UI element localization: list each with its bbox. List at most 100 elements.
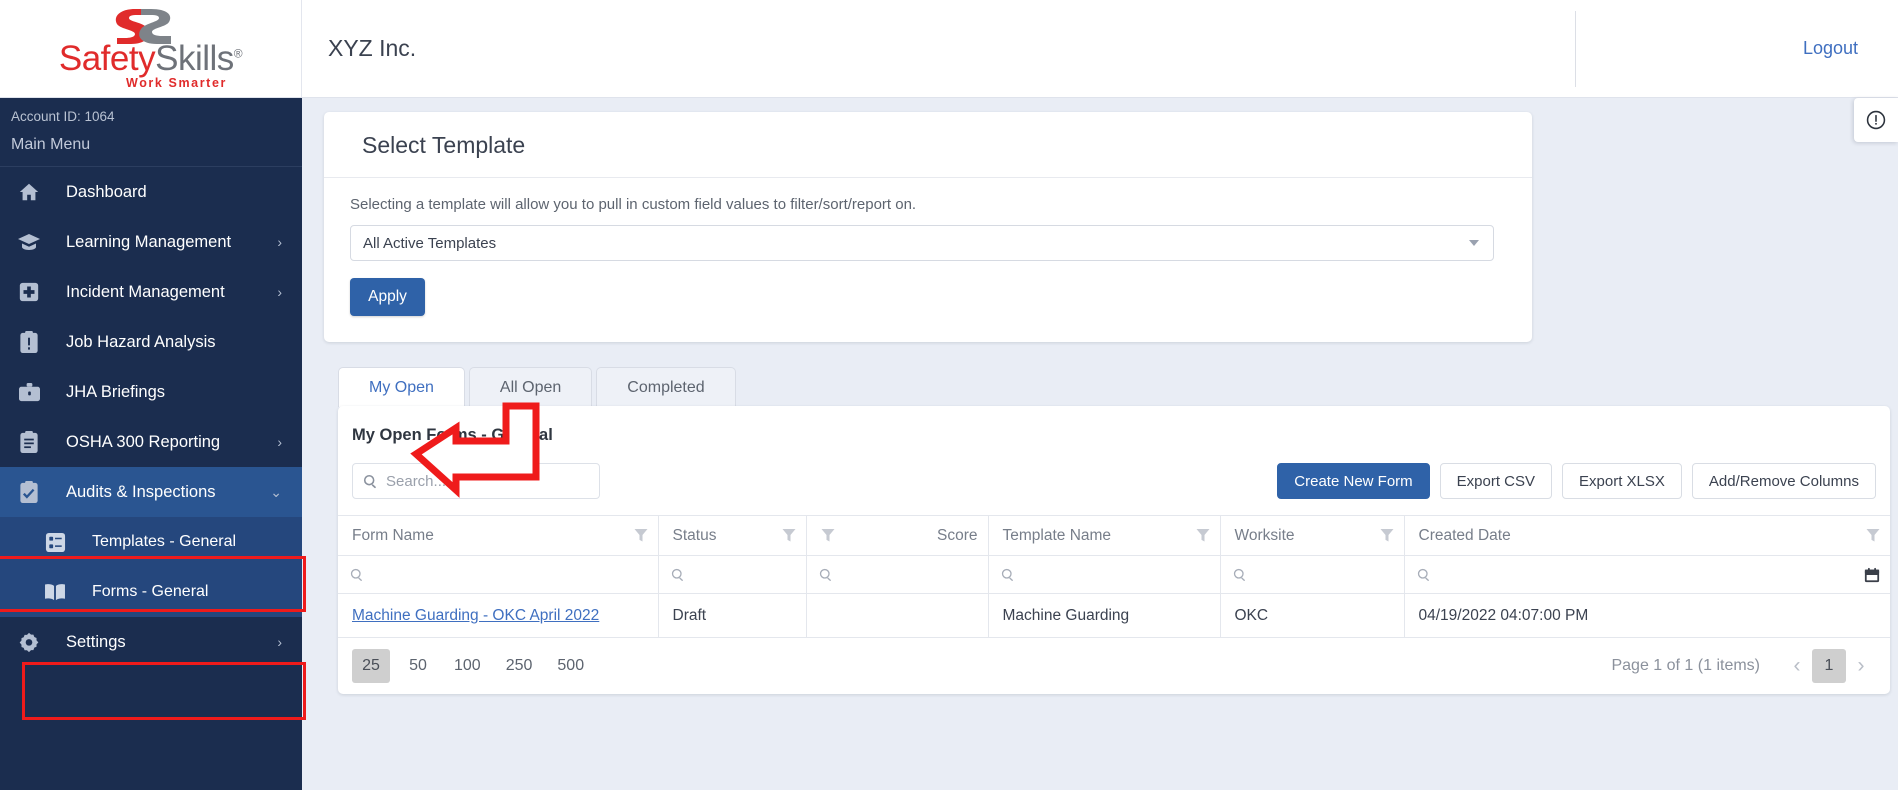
column-header-form-name[interactable]: Form Name xyxy=(338,515,659,556)
tab-all-open[interactable]: All Open xyxy=(468,367,593,407)
info-circle-icon xyxy=(1866,110,1886,130)
search-icon[interactable] xyxy=(819,568,833,582)
grid-title: My Open Forms - General xyxy=(352,426,553,444)
filter-icon[interactable] xyxy=(1196,528,1210,543)
sidebar-item-audits-inspections[interactable]: Audits & Inspections ⌄ xyxy=(0,467,302,517)
filter-cell-template-name[interactable] xyxy=(988,555,1221,594)
column-header-created-date[interactable]: Created Date xyxy=(1404,515,1890,556)
brand-tagline: Work Smarter xyxy=(126,76,227,91)
search-icon[interactable] xyxy=(671,568,685,582)
export-csv-button[interactable]: Export CSV xyxy=(1439,463,1553,499)
apply-button[interactable]: Apply xyxy=(350,278,425,316)
company-header: XYZ Inc. xyxy=(302,0,1575,98)
panel-description: Selecting a template will allow you to p… xyxy=(350,196,917,213)
filter-cell-worksite[interactable] xyxy=(1220,555,1405,594)
main-content: Select Template Selecting a template wil… xyxy=(302,98,1898,790)
sidebar-nav: Account ID: 1064 Main Menu Dashboard Lea… xyxy=(0,98,302,790)
book-icon xyxy=(40,577,70,607)
cell-worksite: OKC xyxy=(1220,593,1405,638)
sidebar-item-incident-management[interactable]: Incident Management › xyxy=(0,267,302,317)
search-input[interactable] xyxy=(386,472,589,490)
column-header-worksite[interactable]: Worksite xyxy=(1220,515,1405,556)
home-icon xyxy=(14,177,44,207)
chevron-right-icon: › xyxy=(277,634,282,650)
calendar-icon[interactable] xyxy=(1864,567,1880,583)
filter-cell-score[interactable] xyxy=(806,555,989,594)
tab-completed[interactable]: Completed xyxy=(596,367,736,407)
sidebar-item-label: Job Hazard Analysis xyxy=(66,332,216,351)
brand-logo[interactable]: SafetySkills® Work Smarter xyxy=(0,0,302,98)
page-size-100[interactable]: 100 xyxy=(446,649,489,683)
template-select[interactable]: All Active Templates xyxy=(350,225,1494,261)
sidebar-item-dashboard[interactable]: Dashboard xyxy=(0,167,302,217)
sidebar-item-learning-management[interactable]: Learning Management › xyxy=(0,217,302,267)
sidebar-item-jha-briefings[interactable]: JHA Briefings xyxy=(0,367,302,417)
briefcase-icon xyxy=(14,377,44,407)
main-menu-label: Main Menu xyxy=(0,124,302,167)
gear-icon xyxy=(14,627,44,657)
top-bar: SafetySkills® Work Smarter XYZ Inc. Logo… xyxy=(0,0,1898,98)
export-xlsx-button[interactable]: Export XLSX xyxy=(1562,463,1682,499)
filter-icon[interactable] xyxy=(782,528,796,543)
filter-icon[interactable] xyxy=(821,528,835,543)
search-icon[interactable] xyxy=(1417,568,1431,582)
tab-label: My Open xyxy=(369,378,434,396)
filter-cell-form-name[interactable] xyxy=(338,555,659,594)
column-label: Score xyxy=(937,526,978,544)
page-number-1[interactable]: 1 xyxy=(1812,649,1846,683)
forms-tabs: My Open All Open Completed xyxy=(338,367,1876,407)
sidebar-item-settings[interactable]: Settings › xyxy=(0,617,302,667)
sidebar-item-label: Dashboard xyxy=(66,182,147,201)
brand-word-skills: Skills xyxy=(155,39,234,79)
sidebar-item-forms-general[interactable]: Forms - General xyxy=(0,567,302,617)
page-size-500[interactable]: 500 xyxy=(549,649,592,683)
info-button[interactable] xyxy=(1854,98,1898,142)
page-size-250[interactable]: 250 xyxy=(498,649,541,683)
filter-icon[interactable] xyxy=(1866,528,1880,543)
table-filter-row xyxy=(338,555,1890,594)
first-aid-icon xyxy=(14,277,44,307)
application-root: SafetySkills® Work Smarter XYZ Inc. Logo… xyxy=(0,0,1898,790)
sidebar-item-job-hazard-analysis[interactable]: Job Hazard Analysis xyxy=(0,317,302,367)
column-label: Created Date xyxy=(1418,526,1511,544)
sidebar-item-templates-general[interactable]: Templates - General xyxy=(0,517,302,567)
column-label: Template Name xyxy=(1002,526,1112,544)
company-name: XYZ Inc. xyxy=(328,35,417,61)
add-remove-columns-button[interactable]: Add/Remove Columns xyxy=(1691,463,1876,499)
chevron-down-icon xyxy=(1469,240,1479,246)
previous-page-icon[interactable]: ‹ xyxy=(1782,649,1812,683)
search-icon[interactable] xyxy=(350,568,364,582)
page-size-50[interactable]: 50 xyxy=(399,649,437,683)
search-box[interactable] xyxy=(352,463,600,499)
column-header-status[interactable]: Status xyxy=(658,515,807,556)
filter-icon[interactable] xyxy=(1380,528,1394,543)
create-new-form-button[interactable]: Create New Form xyxy=(1277,463,1430,499)
column-header-score[interactable]: Score xyxy=(806,515,989,556)
grid-toolbar: Create New Form Export CSV Export XLSX A… xyxy=(338,463,1890,515)
search-icon xyxy=(363,474,376,488)
panel-title: Select Template xyxy=(324,112,1532,178)
table-row[interactable]: Machine Guarding - OKC April 2022 Draft … xyxy=(338,593,1890,638)
sidebar-item-label: Forms - General xyxy=(92,583,209,600)
logout-link[interactable]: Logout xyxy=(1803,38,1858,59)
search-icon[interactable] xyxy=(1233,568,1247,582)
account-id-label: Account ID: 1064 xyxy=(11,109,115,124)
chevron-right-icon: › xyxy=(277,284,282,300)
table-header-row: Form Name Status Score Template Name Wor… xyxy=(338,515,1890,556)
grid-pagination: 25 50 100 250 500 Page 1 of 1 (1 items) … xyxy=(338,638,1890,694)
sidebar-item-osha-300-reporting[interactable]: OSHA 300 Reporting › xyxy=(0,417,302,467)
page-size-25[interactable]: 25 xyxy=(352,649,390,683)
next-page-icon[interactable]: › xyxy=(1846,649,1876,683)
forms-table: Form Name Status Score Template Name Wor… xyxy=(338,515,1890,638)
form-name-link[interactable]: Machine Guarding - OKC April 2022 xyxy=(352,607,599,624)
search-icon[interactable] xyxy=(1001,568,1015,582)
tab-label: All Open xyxy=(499,378,562,396)
column-header-template-name[interactable]: Template Name xyxy=(988,515,1221,556)
cell-status: Draft xyxy=(658,593,807,638)
tab-my-open[interactable]: My Open xyxy=(338,367,465,407)
filter-icon[interactable] xyxy=(634,528,648,543)
clipboard-alert-icon xyxy=(14,327,44,357)
filter-cell-created-date[interactable] xyxy=(1404,555,1890,594)
filter-cell-status[interactable] xyxy=(658,555,807,594)
clipboard-list-icon xyxy=(14,427,44,457)
